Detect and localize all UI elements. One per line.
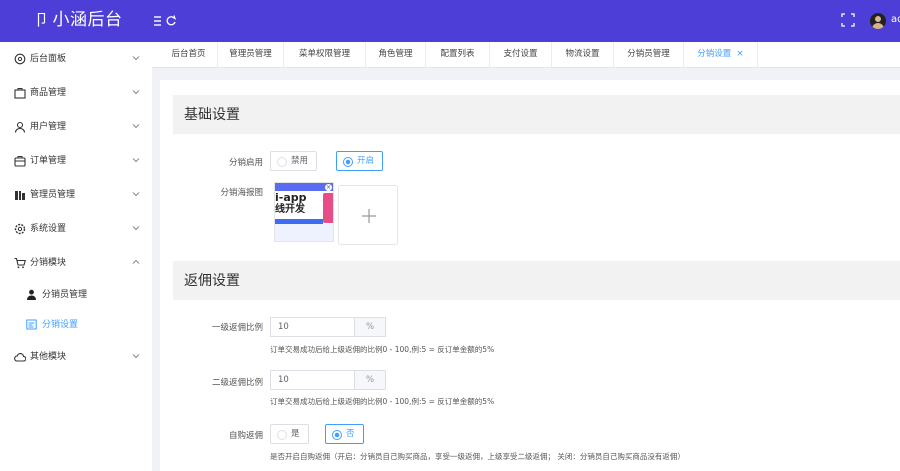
- user-icon: [14, 121, 26, 133]
- sidebar-item-orders[interactable]: 订单管理: [0, 144, 152, 178]
- basic-settings-header: 基础设置: [173, 95, 900, 134]
- section-title: 返佣设置: [184, 273, 240, 289]
- level2-rate-input[interactable]: 10: [270, 370, 354, 390]
- poster-text-line2: 线开发: [275, 204, 305, 215]
- tab-distributors[interactable]: 分销员管理: [614, 42, 684, 68]
- enable-label: 分销启用: [228, 158, 263, 168]
- remove-image-icon[interactable]: ×: [325, 184, 332, 191]
- level2-label: 二级返佣比例: [211, 378, 263, 388]
- sidebar-subitem-distributors[interactable]: 分销员管理: [0, 280, 152, 310]
- level2-help: 订单交易成功后给上级返佣的比例0 - 100,例:5 = 反订单金额的5%: [270, 397, 495, 406]
- percent-addon: %: [354, 370, 386, 390]
- chevron-down-icon: [132, 190, 140, 198]
- sidebar-item-goods[interactable]: 商品管理: [0, 76, 152, 110]
- dashboard-icon: [14, 53, 26, 65]
- app-logo[interactable]: 卩小涵后台: [34, 9, 123, 31]
- refresh-icon[interactable]: [165, 13, 181, 29]
- sidebar-item-label: 系统设置: [30, 224, 67, 234]
- tab-label: 分销设置: [697, 49, 732, 59]
- sidebar-item-users[interactable]: 用户管理: [0, 110, 152, 144]
- goods-icon: [14, 87, 26, 99]
- percent-addon: %: [354, 317, 386, 337]
- sidebar-item-label: 管理员管理: [30, 190, 76, 200]
- level1-rate-input[interactable]: 10: [270, 317, 354, 337]
- poster-phone-graphic: [323, 193, 333, 223]
- sidebar-item-label: 商品管理: [30, 88, 67, 98]
- tab-roles[interactable]: 角色管理: [366, 42, 426, 68]
- sidebar-subitem-label: 分销设置: [42, 320, 79, 330]
- tab-distribution-settings[interactable]: 分销设置 ×: [684, 42, 758, 68]
- plus-icon: [362, 209, 376, 223]
- app-title: 小涵后台: [52, 10, 123, 30]
- user-avatar[interactable]: [870, 13, 886, 29]
- self-purchase-label: 自购返佣: [228, 431, 263, 441]
- sidebar-subitem-label: 分销员管理: [42, 290, 88, 300]
- sidebar-item-label: 用户管理: [30, 122, 67, 132]
- sidebar-item-other[interactable]: 其他模块: [0, 340, 152, 374]
- tab-menu-permissions[interactable]: 菜单权限管理: [284, 42, 366, 68]
- admin-icon: [14, 189, 26, 201]
- person-icon: [26, 289, 37, 300]
- sidebar: 后台面板 商品管理 用户管理 订单管理 管理员管理 系统设置 分销模块 分销员管…: [0, 42, 152, 471]
- sidebar-item-admins[interactable]: 管理员管理: [0, 178, 152, 212]
- upload-button[interactable]: [338, 185, 398, 245]
- sidebar-item-label: 后台面板: [30, 54, 67, 64]
- sidebar-item-system[interactable]: 系统设置: [0, 212, 152, 246]
- tab-admin-management[interactable]: 管理员管理: [218, 42, 284, 68]
- level1-label: 一级返佣比例: [211, 323, 263, 333]
- logo-mark: 卩: [34, 11, 50, 29]
- sidebar-item-dashboard[interactable]: 后台面板: [0, 42, 152, 76]
- gear-icon: [14, 223, 26, 235]
- poster-label: 分销海报图: [220, 188, 263, 198]
- settings-card-icon: [26, 319, 37, 330]
- commission-settings-header: 返佣设置: [173, 261, 900, 300]
- chevron-down-icon: [132, 88, 140, 96]
- radio-self-yes[interactable]: 是: [270, 424, 309, 444]
- top-header: 卩小涵后台 admin: [0, 0, 900, 42]
- tab-logistics-settings[interactable]: 物流设置: [552, 42, 614, 68]
- poster-thumbnail[interactable]: i-app 线开发 ×: [274, 182, 334, 242]
- sidebar-item-distribution[interactable]: 分销模块: [0, 246, 152, 280]
- order-icon: [14, 155, 26, 167]
- poster-footer: [275, 224, 333, 241]
- tab-config-list[interactable]: 配置列表: [426, 42, 490, 68]
- fullscreen-icon[interactable]: [841, 13, 857, 29]
- close-icon[interactable]: ×: [736, 49, 744, 59]
- self-purchase-help: 是否开启自购返佣（开启：分销员自己购买商品，享受一级返佣，上级享受二级返佣； 关…: [270, 452, 685, 461]
- level1-rate-field: 10 %: [270, 317, 387, 337]
- tab-payment-settings[interactable]: 支付设置: [490, 42, 552, 68]
- sidebar-item-label: 分销模块: [30, 258, 67, 268]
- radio-disable[interactable]: 禁用: [270, 151, 318, 171]
- chevron-down-icon: [132, 54, 140, 62]
- tab-home[interactable]: 后台首页: [160, 42, 218, 68]
- chevron-down-icon: [132, 122, 140, 130]
- level1-help: 订单交易成功后给上级返佣的比例0 - 100,例:5 = 反订单金额的5%: [270, 345, 495, 354]
- sidebar-subitem-distribution-settings[interactable]: 分销设置: [0, 310, 152, 340]
- settings-panel: 基础设置 分销启用 禁用 开启 分销海报图 i-app 线开发 × 返佣设置 一…: [160, 80, 900, 471]
- cloud-icon: [14, 351, 27, 363]
- tab-bar: 后台首页 管理员管理 菜单权限管理 角色管理 配置列表 支付设置 物流设置 分销…: [152, 42, 900, 68]
- chevron-down-icon: [132, 224, 140, 232]
- user-name[interactable]: admin: [891, 14, 900, 25]
- poster-text-line1: i-app: [275, 191, 307, 204]
- chevron-down-icon: [132, 352, 140, 360]
- level2-rate-field: 10 %: [270, 370, 387, 390]
- cart-icon: [14, 257, 27, 269]
- sidebar-item-label: 订单管理: [30, 156, 67, 166]
- section-title: 基础设置: [184, 107, 240, 123]
- sidebar-item-label: 其他模块: [30, 352, 67, 362]
- chevron-up-icon: [132, 258, 140, 266]
- chevron-down-icon: [132, 156, 140, 164]
- radio-enable[interactable]: 开启: [336, 151, 384, 171]
- radio-self-no[interactable]: 否: [325, 424, 364, 444]
